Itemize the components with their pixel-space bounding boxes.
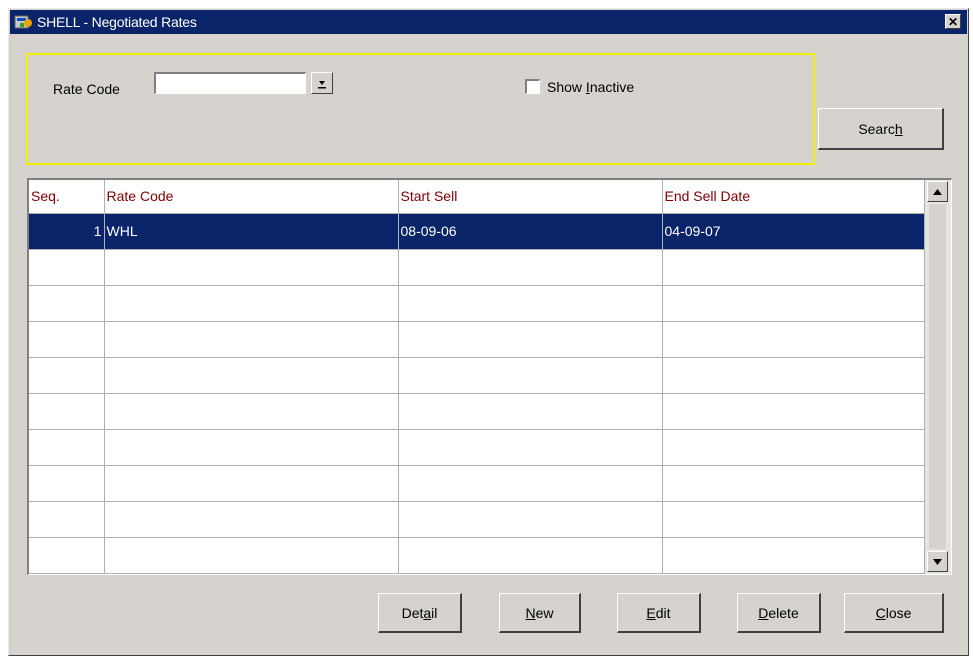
scroll-up-icon[interactable]	[927, 181, 948, 202]
table-header-row: Seq. Rate Code Start Sell End Sell Date	[29, 180, 925, 214]
cell-seq[interactable]	[29, 249, 105, 286]
edit-button[interactable]: Edit	[617, 593, 701, 633]
cell-end-sell[interactable]	[662, 429, 925, 466]
cell-end-sell[interactable]	[662, 249, 925, 286]
dropdown-arrow-icon[interactable]	[311, 72, 333, 94]
rates-table: Seq. Rate Code Start Sell End Sell Date …	[29, 180, 925, 574]
show-inactive-checkbox[interactable]	[525, 79, 540, 94]
cell-rate-code[interactable]	[104, 429, 399, 466]
cell-end-sell[interactable]	[662, 285, 925, 322]
cell-end-sell[interactable]: 04-09-07	[662, 213, 925, 250]
cell-end-sell[interactable]	[662, 393, 925, 430]
cell-rate-code[interactable]	[104, 537, 399, 574]
cell-start-sell[interactable]	[398, 285, 663, 322]
cell-start-sell[interactable]	[398, 465, 663, 502]
cell-start-sell[interactable]	[398, 393, 663, 430]
cell-rate-code[interactable]	[104, 285, 399, 322]
table-row[interactable]	[29, 357, 925, 394]
table-row[interactable]	[29, 465, 925, 502]
cell-rate-code[interactable]	[104, 501, 399, 538]
cell-start-sell[interactable]	[398, 429, 663, 466]
table-row[interactable]	[29, 429, 925, 466]
new-button[interactable]: New	[499, 593, 581, 633]
cell-seq[interactable]	[29, 321, 105, 358]
cell-seq[interactable]	[29, 465, 105, 502]
cell-end-sell[interactable]	[662, 501, 925, 538]
column-header-rate-code[interactable]: Rate Code	[104, 180, 399, 214]
cell-start-sell[interactable]	[398, 321, 663, 358]
show-inactive-label: Show Inactive	[547, 79, 635, 95]
cell-rate-code[interactable]	[104, 249, 399, 286]
table-row[interactable]	[29, 321, 925, 358]
cell-end-sell[interactable]	[662, 537, 925, 574]
table-row[interactable]	[29, 537, 925, 574]
rate-code-label: Rate Code	[53, 81, 120, 97]
cell-end-sell[interactable]	[662, 357, 925, 394]
table-row[interactable]	[29, 393, 925, 430]
cell-start-sell[interactable]	[398, 357, 663, 394]
cell-seq[interactable]	[29, 501, 105, 538]
cell-rate-code[interactable]: WHL	[104, 213, 399, 250]
rate-code-input[interactable]	[154, 72, 306, 94]
cell-start-sell[interactable]	[398, 249, 663, 286]
vertical-scrollbar[interactable]	[925, 180, 951, 574]
app-icon	[14, 13, 34, 31]
search-criteria-panel	[26, 53, 815, 165]
table-row[interactable]: 1 WHL 08-09-06 04-09-07	[29, 213, 925, 250]
cell-start-sell[interactable]: 08-09-06	[398, 213, 663, 250]
cell-seq[interactable]	[29, 285, 105, 322]
cell-end-sell[interactable]	[662, 321, 925, 358]
column-header-end-sell-date[interactable]: End Sell Date	[662, 180, 925, 214]
scroll-down-icon[interactable]	[927, 551, 948, 572]
cell-seq[interactable]	[29, 537, 105, 574]
rates-grid: Seq. Rate Code Start Sell End Sell Date …	[27, 178, 952, 575]
window-title: SHELL - Negotiated Rates	[37, 14, 197, 30]
cell-start-sell[interactable]	[398, 501, 663, 538]
negotiated-rates-window: SHELL - Negotiated Rates ✕ Rate Code Sho…	[8, 8, 969, 656]
detail-button[interactable]: Det a il	[378, 593, 462, 633]
column-header-start-sell[interactable]: Start Sell	[398, 180, 663, 214]
table-row[interactable]	[29, 249, 925, 286]
scrollbar-thumb[interactable]	[929, 204, 946, 549]
delete-button[interactable]: Delete	[737, 593, 821, 633]
search-button[interactable]: Searc h	[818, 108, 944, 150]
cell-rate-code[interactable]	[104, 465, 399, 502]
close-icon[interactable]: ✕	[945, 14, 961, 29]
cell-end-sell[interactable]	[662, 465, 925, 502]
title-bar[interactable]: SHELL - Negotiated Rates ✕	[10, 10, 967, 34]
cell-rate-code[interactable]	[104, 357, 399, 394]
cell-rate-code[interactable]	[104, 393, 399, 430]
cell-start-sell[interactable]	[398, 537, 663, 574]
cell-seq[interactable]	[29, 429, 105, 466]
cell-seq[interactable]	[29, 393, 105, 430]
table-row[interactable]	[29, 285, 925, 322]
cell-seq[interactable]	[29, 357, 105, 394]
table-row[interactable]	[29, 501, 925, 538]
cell-rate-code[interactable]	[104, 321, 399, 358]
column-header-seq[interactable]: Seq.	[29, 180, 105, 214]
close-button[interactable]: Close	[844, 593, 944, 633]
cell-seq[interactable]: 1	[29, 213, 105, 250]
